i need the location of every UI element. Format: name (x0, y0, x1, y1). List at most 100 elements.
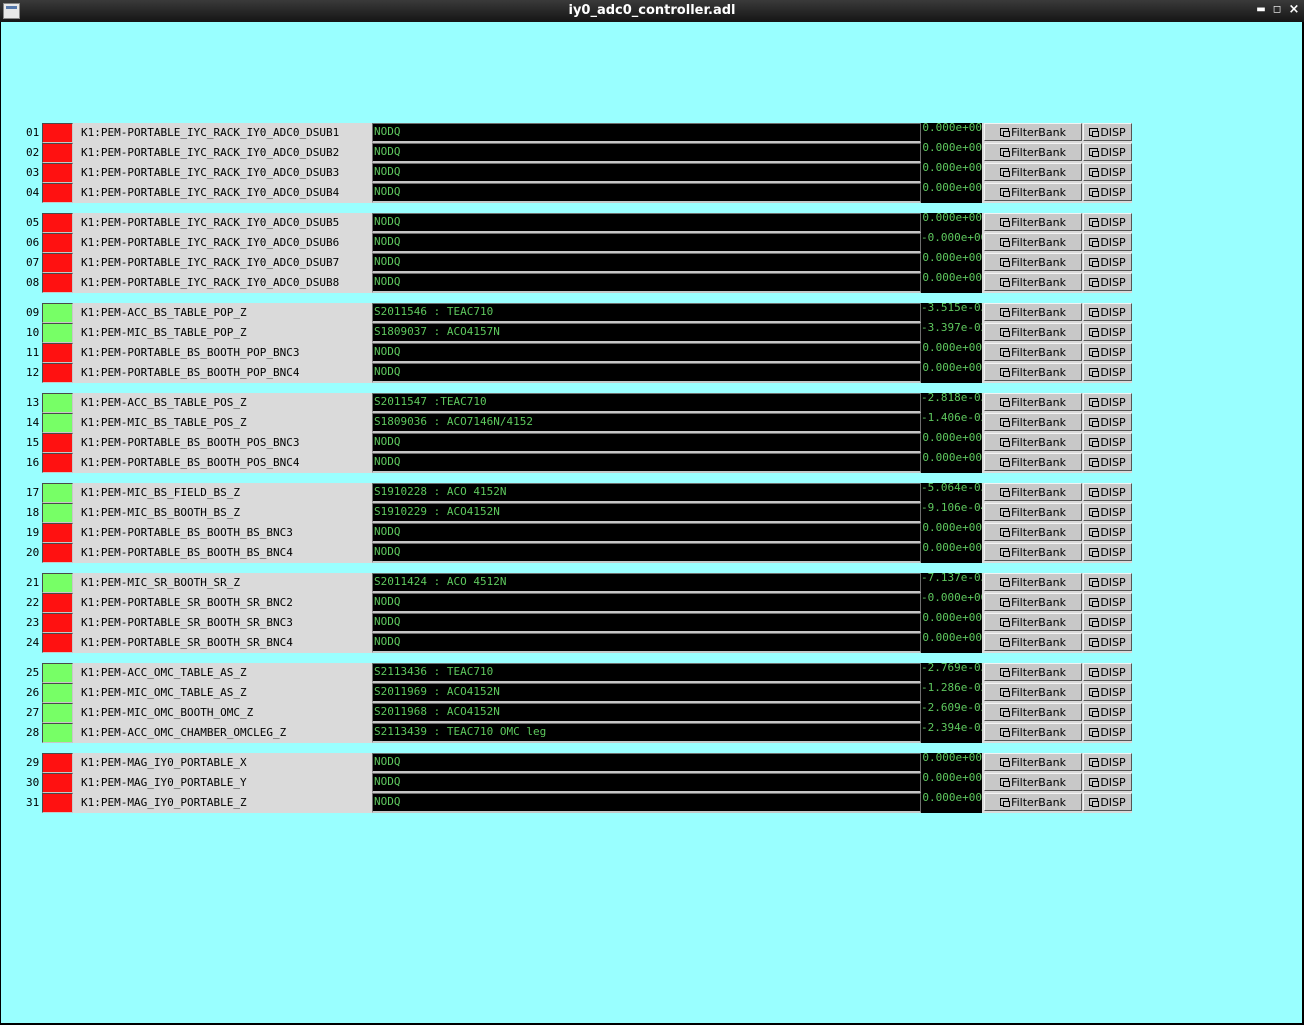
filterbank-button[interactable]: FilterBank (984, 123, 1082, 141)
channel-description: NODQ (372, 523, 921, 543)
filterbank-button[interactable]: FilterBank (984, 143, 1082, 161)
filterbank-button[interactable]: FilterBank (984, 483, 1082, 501)
filterbank-button[interactable]: FilterBank (984, 683, 1082, 701)
disp-button[interactable]: DISP (1083, 213, 1132, 231)
filterbank-button[interactable]: FilterBank (984, 593, 1082, 611)
disp-button[interactable]: DISP (1083, 633, 1132, 651)
filterbank-button[interactable]: FilterBank (984, 503, 1082, 521)
disp-button[interactable]: DISP (1083, 683, 1132, 701)
channel-name: K1:PEM-MAG_IY0_PORTABLE_Z (81, 796, 247, 809)
close-icon[interactable]: × (1287, 2, 1301, 18)
channel-value: 0.000e+00 (921, 453, 982, 473)
disp-button[interactable]: DISP (1083, 793, 1132, 811)
disp-button[interactable]: DISP (1083, 433, 1132, 451)
disp-button[interactable]: DISP (1083, 503, 1132, 521)
filterbank-button[interactable]: FilterBank (984, 433, 1082, 451)
minimize-icon[interactable]: ▬ (1254, 2, 1268, 18)
disp-button[interactable]: DISP (1083, 543, 1132, 561)
disp-button[interactable]: DISP (1083, 483, 1132, 501)
channel-number: 20 (26, 546, 40, 559)
filterbank-button[interactable]: FilterBank (984, 183, 1082, 201)
filterbank-button[interactable]: FilterBank (984, 773, 1082, 791)
channel-number: 28 (26, 726, 40, 739)
window-menu-icon[interactable] (3, 3, 20, 19)
filterbank-button[interactable]: FilterBank (984, 663, 1082, 681)
channel-name: K1:PEM-PORTABLE_IYC_RACK_IY0_ADC0_DSUB3 (81, 166, 340, 179)
filterbank-button[interactable]: FilterBank (984, 163, 1082, 181)
status-indicator (42, 323, 73, 343)
disp-button[interactable]: DISP (1083, 613, 1132, 631)
filterbank-button[interactable]: FilterBank (984, 633, 1082, 651)
filterbank-button[interactable]: FilterBank (984, 793, 1082, 811)
filterbank-button[interactable]: FilterBank (984, 343, 1082, 361)
channel-name: K1:PEM-PORTABLE_IYC_RACK_IY0_ADC0_DSUB4 (81, 186, 340, 199)
filterbank-label: FilterBank (1011, 306, 1066, 319)
filterbank-button[interactable]: FilterBank (984, 523, 1082, 541)
filterbank-button[interactable]: FilterBank (984, 273, 1082, 291)
filterbank-button[interactable]: FilterBank (984, 303, 1082, 321)
disp-button[interactable]: DISP (1083, 593, 1132, 611)
disp-button[interactable]: DISP (1083, 323, 1132, 341)
filterbank-button[interactable]: FilterBank (984, 233, 1082, 251)
disp-button[interactable]: DISP (1083, 163, 1132, 181)
related-display-icon (1089, 488, 1100, 497)
disp-button[interactable]: DISP (1083, 143, 1132, 161)
channel-number: 21 (26, 576, 40, 589)
filterbank-button[interactable]: FilterBank (984, 453, 1082, 471)
disp-label: DISP (1100, 396, 1126, 409)
disp-button[interactable]: DISP (1083, 663, 1132, 681)
filterbank-label: FilterBank (1011, 636, 1066, 649)
channel-row: 07 K1:PEM-PORTABLE_IYC_RACK_IY0_ADC0_DSUB… (1, 253, 1141, 273)
disp-button[interactable]: DISP (1083, 413, 1132, 431)
disp-button[interactable]: DISP (1083, 303, 1132, 321)
disp-button[interactable]: DISP (1083, 773, 1132, 791)
disp-button[interactable]: DISP (1083, 253, 1132, 271)
channel-description: NODQ (372, 433, 921, 453)
channel-name: K1:PEM-MAG_IY0_PORTABLE_X (81, 756, 247, 769)
maximize-icon[interactable]: ◻ (1270, 2, 1284, 18)
filterbank-button[interactable]: FilterBank (984, 723, 1082, 741)
filterbank-button[interactable]: FilterBank (984, 543, 1082, 561)
channel-value: -2.394e-03 (921, 723, 982, 743)
filterbank-button[interactable]: FilterBank (984, 613, 1082, 631)
disp-button[interactable]: DISP (1083, 123, 1132, 141)
disp-button[interactable]: DISP (1083, 393, 1132, 411)
disp-button[interactable]: DISP (1083, 573, 1132, 591)
disp-label: DISP (1100, 756, 1126, 769)
related-display-icon (1000, 728, 1011, 737)
disp-button[interactable]: DISP (1083, 703, 1132, 721)
filterbank-button[interactable]: FilterBank (984, 703, 1082, 721)
filterbank-label: FilterBank (1011, 706, 1066, 719)
filterbank-button[interactable]: FilterBank (984, 323, 1082, 341)
filterbank-button[interactable]: FilterBank (984, 213, 1082, 231)
channel-row: 25 K1:PEM-ACC_OMC_TABLE_AS_Z S2113436 : TE… (1, 663, 1141, 683)
filterbank-button[interactable]: FilterBank (984, 363, 1082, 381)
disp-button[interactable]: DISP (1083, 273, 1132, 291)
disp-button[interactable]: DISP (1083, 343, 1132, 361)
filterbank-label: FilterBank (1011, 726, 1066, 739)
disp-button[interactable]: DISP (1083, 363, 1132, 381)
status-indicator (42, 433, 73, 453)
filterbank-button[interactable]: FilterBank (984, 253, 1082, 271)
channel-row: 12 K1:PEM-PORTABLE_BS_BOOTH_POP_BNC4 NODQ 0… (1, 363, 1141, 383)
status-indicator (42, 183, 73, 203)
filterbank-button[interactable]: FilterBank (984, 753, 1082, 771)
filterbank-button[interactable]: FilterBank (984, 573, 1082, 591)
disp-button[interactable]: DISP (1083, 523, 1132, 541)
disp-button[interactable]: DISP (1083, 183, 1132, 201)
related-display-icon (1089, 278, 1100, 287)
channel-value: 0.000e+00 (921, 183, 982, 203)
channel-row: 14 K1:PEM-MIC_BS_TABLE_POS_Z S1809036 : AC… (1, 413, 1141, 433)
disp-label: DISP (1100, 346, 1126, 359)
channel-name: K1:PEM-PORTABLE_SR_BOOTH_SR_BNC2 (81, 596, 293, 609)
window-titlebar[interactable]: iy0_adc0_controller.adl ▬ ◻ × (0, 0, 1304, 22)
disp-button[interactable]: DISP (1083, 753, 1132, 771)
disp-button[interactable]: DISP (1083, 453, 1132, 471)
filterbank-button[interactable]: FilterBank (984, 413, 1082, 431)
filterbank-button[interactable]: FilterBank (984, 393, 1082, 411)
channel-name: K1:PEM-PORTABLE_SR_BOOTH_SR_BNC3 (81, 616, 293, 629)
related-display-icon (1089, 758, 1100, 767)
disp-button[interactable]: DISP (1083, 723, 1132, 741)
channel-number: 29 (26, 756, 40, 769)
disp-button[interactable]: DISP (1083, 233, 1132, 251)
